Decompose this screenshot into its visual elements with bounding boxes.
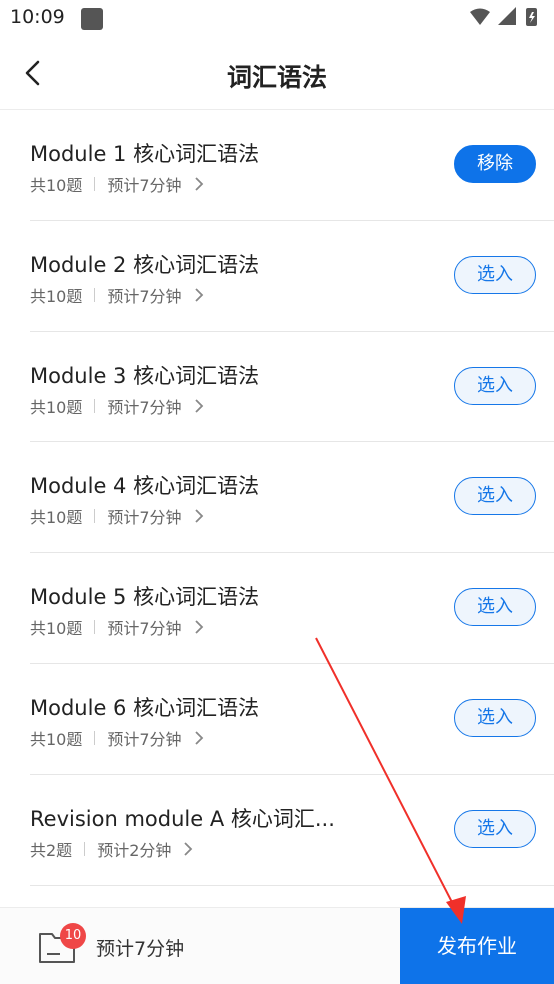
chevron-right-icon [194,398,203,413]
status-bar: 10:09 [0,0,554,38]
list-item[interactable]: Module 3 核心词汇语法 共10题 预计7分钟 选入 [30,332,554,443]
select-button[interactable]: 选入 [454,588,536,627]
chevron-right-icon [184,842,193,856]
list-item[interactable]: Module 4 核心词汇语法 共10题 预计7分钟 选入 [30,442,554,554]
item-meta[interactable]: 共2题 预计2分钟 [30,837,195,861]
item-meta[interactable]: 共10题 预计7分钟 [30,283,206,307]
estimated-duration: 预计7分钟 [107,729,182,749]
list-item[interactable]: Module 6 核心词汇语法 共10题 预计7分钟 选入 [30,664,554,775]
estimated-duration: 预计7分钟 [107,508,182,528]
item-title: Module 5 核心词汇语法 [30,585,260,610]
total-estimated-time: 预计7分钟 [96,938,185,960]
divider [94,509,96,524]
estimated-duration: 预计7分钟 [107,286,182,306]
list-item[interactable]: Module 2 核心词汇语法 共10题 预计7分钟 选入 [30,221,554,332]
list-item[interactable]: Revision module A 核心词汇... 共2题 预计2分钟 选入 [30,775,554,886]
list-item[interactable]: Module 5 核心词汇语法 共10题 预计7分钟 选入 [30,553,554,664]
estimated-duration: 预计7分钟 [107,619,182,639]
chevron-right-icon [194,620,203,634]
question-count: 共2题 [30,840,73,860]
divider [94,398,96,413]
list-item[interactable]: Module 1 核心词汇语法 共10题 预计7分钟 移除 [30,110,554,221]
publish-assignment-button[interactable]: 发布作业 [400,908,554,984]
item-meta[interactable]: 共10题 预计7分钟 [30,504,206,528]
estimated-duration: 预计7分钟 [107,397,182,417]
app-header: 词汇语法 [0,38,554,110]
item-meta[interactable]: 共10题 预计7分钟 [30,726,206,750]
chevron-right-icon [194,509,203,524]
item-title: Revision module A 核心词汇... [30,806,335,831]
page-title: 词汇语法 [226,63,327,92]
select-button[interactable]: 选入 [454,698,536,737]
chevron-right-icon [194,731,203,745]
item-title: Module 2 核心词汇语法 [30,252,260,277]
item-title: Module 4 核心词汇语法 [30,474,260,499]
divider [84,841,86,856]
item-meta[interactable]: 共10题 预计7分钟 [30,172,206,196]
select-button[interactable]: 选入 [454,477,536,516]
chevron-right-icon [194,288,203,302]
question-count: 共10题 [30,508,83,528]
divider [94,177,96,191]
select-button[interactable]: 选入 [454,809,536,848]
question-count: 共10题 [30,619,83,639]
item-title: Module 6 核心词汇语法 [30,695,260,720]
app-notification-icon [81,8,103,30]
question-count: 共10题 [30,286,83,306]
question-count: 共10题 [30,397,83,417]
status-time: 10:09 [10,6,65,28]
select-button[interactable]: 选入 [454,366,536,405]
exercise-list: Module 1 核心词汇语法 共10题 预计7分钟 移除 Module 2 核… [0,110,554,886]
question-count: 共10题 [30,729,83,749]
bottom-bar: 10 预计7分钟 发布作业 [0,907,554,984]
question-count: 共10题 [30,176,83,195]
signal-icon [498,7,516,25]
wifi-icon [470,8,490,25]
divider [94,620,96,635]
item-meta[interactable]: 共10题 预计7分钟 [30,615,206,639]
estimated-duration: 预计7分钟 [107,176,182,195]
estimated-duration: 预计2分钟 [97,840,172,860]
divider [94,287,96,302]
status-icons [470,7,537,26]
item-meta[interactable]: 共10题 预计7分钟 [30,394,206,418]
chevron-right-icon [194,177,203,191]
divider [94,730,96,745]
item-title: Module 3 核心词汇语法 [30,363,260,388]
selected-count-badge: 10 [60,923,86,949]
select-button[interactable]: 选入 [454,255,536,294]
remove-button[interactable]: 移除 [454,145,536,183]
item-title: Module 1 核心词汇语法 [30,142,260,166]
